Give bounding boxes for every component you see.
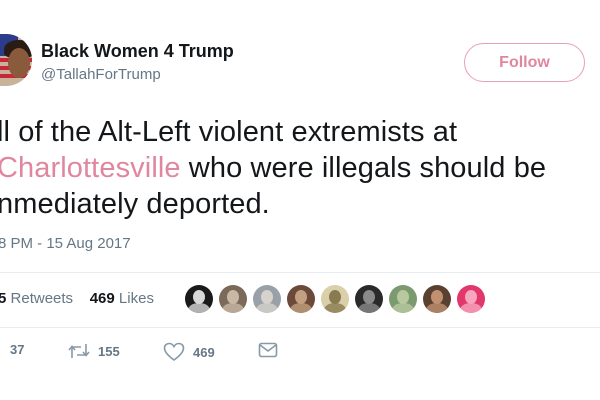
reply-button[interactable]: 37: [0, 342, 24, 357]
liker-avatar[interactable]: [287, 285, 315, 313]
divider: [0, 327, 600, 328]
user-handle[interactable]: @TallahForTrump: [41, 66, 161, 83]
direct-message-icon: [258, 342, 278, 358]
likes-count[interactable]: 469: [90, 290, 115, 307]
follow-button[interactable]: Follow: [464, 43, 585, 82]
direct-message-button[interactable]: [258, 342, 278, 358]
display-name[interactable]: Black Women 4 Trump: [41, 41, 234, 62]
liker-avatar[interactable]: [219, 285, 247, 313]
likes-label[interactable]: Likes: [119, 290, 154, 307]
liker-avatar[interactable]: [423, 285, 451, 313]
liker-avatar[interactable]: [185, 285, 213, 313]
like-count: 469: [193, 344, 215, 360]
tweet-text-line-3: nmediately deported.: [0, 188, 270, 220]
retweet-icon: [68, 342, 90, 360]
engagement-stats: 5 Retweets 469 Likes: [0, 290, 154, 307]
liker-avatar[interactable]: [389, 285, 417, 313]
divider: [0, 272, 600, 273]
reply-count: 37: [10, 342, 25, 357]
retweets-label[interactable]: Retweets: [11, 290, 74, 307]
liker-avatar[interactable]: [253, 285, 281, 313]
tweet-text-line-1: ll of the Alt-Left violent extremists at: [0, 116, 458, 148]
retweet-count: 155: [98, 343, 120, 359]
liker-avatar[interactable]: [355, 285, 383, 313]
tweet-timestamp[interactable]: 8 PM - 15 Aug 2017: [0, 235, 131, 252]
like-button[interactable]: 469: [163, 342, 215, 362]
tweet-text-line-2: Charlottesville who were illegals should…: [0, 150, 546, 186]
hashtag-link[interactable]: Charlottesville: [0, 152, 181, 184]
tweet-text-segment: who were illegals should be: [180, 152, 547, 184]
avatar[interactable]: [0, 34, 32, 86]
liker-avatar[interactable]: [457, 285, 485, 313]
heart-icon: [163, 342, 185, 362]
liker-avatar[interactable]: [321, 285, 349, 313]
retweet-button[interactable]: 155: [68, 342, 120, 360]
retweets-count[interactable]: 5: [0, 290, 6, 307]
